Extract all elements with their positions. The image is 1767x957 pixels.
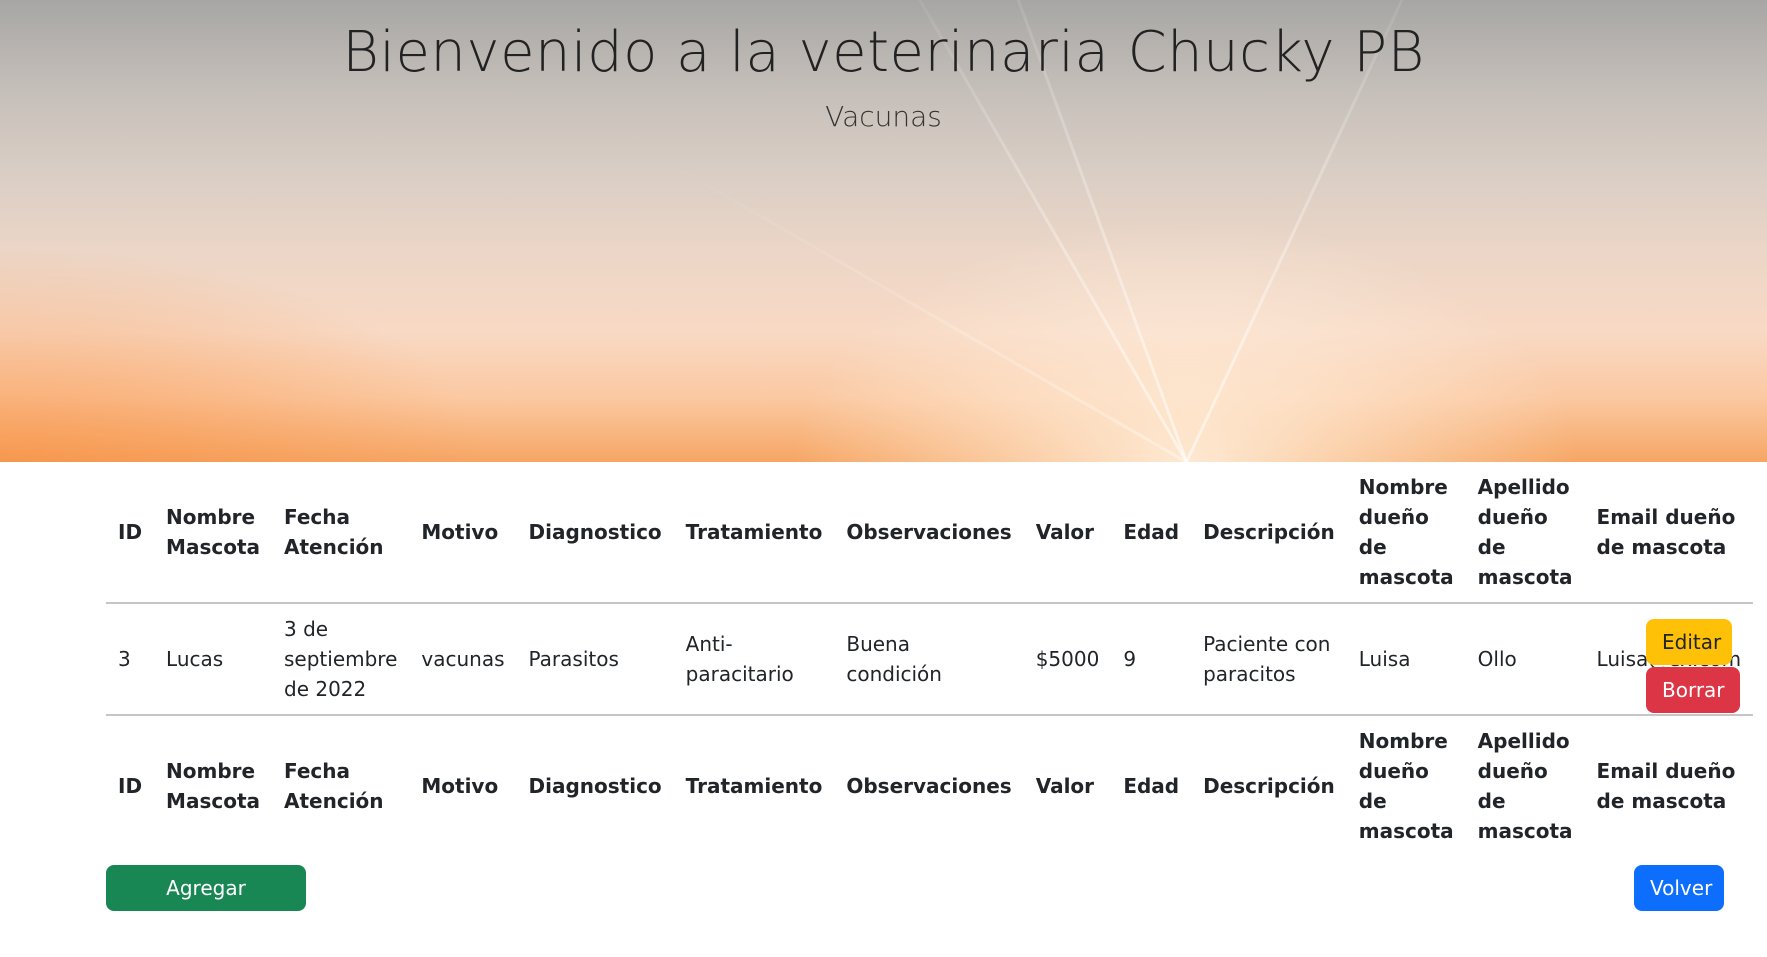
hero-banner: Bienvenido a la veterinaria Chucky PB Va… (0, 0, 1767, 462)
col-edad: Edad (1123, 520, 1180, 544)
page-title: Bienvenido a la veterinaria Chucky PB (342, 20, 1425, 85)
col-observaciones: Observaciones (846, 520, 1012, 544)
col-edad: Edad (1123, 774, 1180, 798)
cell-apellido-dueno: Ollo (1477, 647, 1517, 671)
col-valor: Valor (1035, 520, 1095, 544)
cell-edad: 9 (1123, 647, 1137, 671)
col-motivo: Motivo (421, 774, 499, 798)
cell-tratamiento: Anti-paracitario (685, 632, 794, 686)
col-valor: Valor (1035, 774, 1095, 798)
col-descripcion: Descripción (1203, 520, 1335, 544)
col-descripcion: Descripción (1203, 774, 1335, 798)
cell-descripcion: Paciente con paracitos (1203, 632, 1331, 686)
cell-id: 3 (118, 647, 131, 671)
col-id: ID (118, 520, 143, 544)
delete-button[interactable]: Borrar (1646, 667, 1740, 713)
col-email-dueno: Email dueño de mascota (1596, 759, 1736, 813)
table-footer: ID Nombre Mascota Fecha Atención Motivo … (106, 715, 1753, 856)
cell-valor: $5000 (1035, 647, 1100, 671)
page-subtitle: Vacunas (825, 100, 942, 133)
pets-table: ID Nombre Mascota Fecha Atención Motivo … (106, 462, 1754, 856)
back-button[interactable]: Volver (1634, 865, 1724, 911)
col-nombre-mascota: Nombre Mascota (166, 505, 261, 559)
table-header: ID Nombre Mascota Fecha Atención Motivo … (106, 462, 1754, 603)
col-tratamiento: Tratamiento (685, 774, 823, 798)
col-id: ID (118, 774, 143, 798)
col-fecha-atencion: Fecha Atención (284, 505, 384, 559)
col-nombre-dueno: Nombre dueño de mascota (1358, 729, 1454, 843)
col-diagnostico: Diagnostico (528, 774, 662, 798)
cell-fecha-atencion: 3 de septiembre de 2022 (284, 617, 398, 701)
row-actions: Editar Borrar (1646, 619, 1740, 713)
col-diagnostico: Diagnostico (528, 520, 662, 544)
col-motivo: Motivo (421, 520, 499, 544)
cell-diagnostico: Parasitos (528, 647, 619, 671)
cell-nombre-mascota: Lucas (166, 647, 224, 671)
cell-observaciones: Buena condición (846, 632, 942, 686)
col-nombre-dueno: Nombre dueño de mascota (1358, 475, 1454, 589)
col-email-dueno: Email dueño de mascota (1596, 505, 1736, 559)
col-observaciones: Observaciones (846, 774, 1012, 798)
col-apellido-dueno: Apellido dueño de mascota (1477, 729, 1573, 843)
sunlight-ray (666, 160, 1188, 462)
edit-button[interactable]: Editar (1646, 619, 1732, 665)
cell-motivo: vacunas (421, 647, 505, 671)
cell-nombre-dueno: Luisa (1358, 647, 1411, 671)
add-pets-button[interactable]: Agregar mascotas (106, 865, 306, 946)
col-apellido-dueno: Apellido dueño de mascota (1477, 475, 1573, 589)
col-nombre-mascota: Nombre Mascota (166, 759, 261, 813)
col-tratamiento: Tratamiento (685, 520, 823, 544)
table-row: 3 Lucas 3 de septiembre de 2022 vacunas … (106, 603, 1754, 715)
col-fecha-atencion: Fecha Atención (284, 759, 384, 813)
